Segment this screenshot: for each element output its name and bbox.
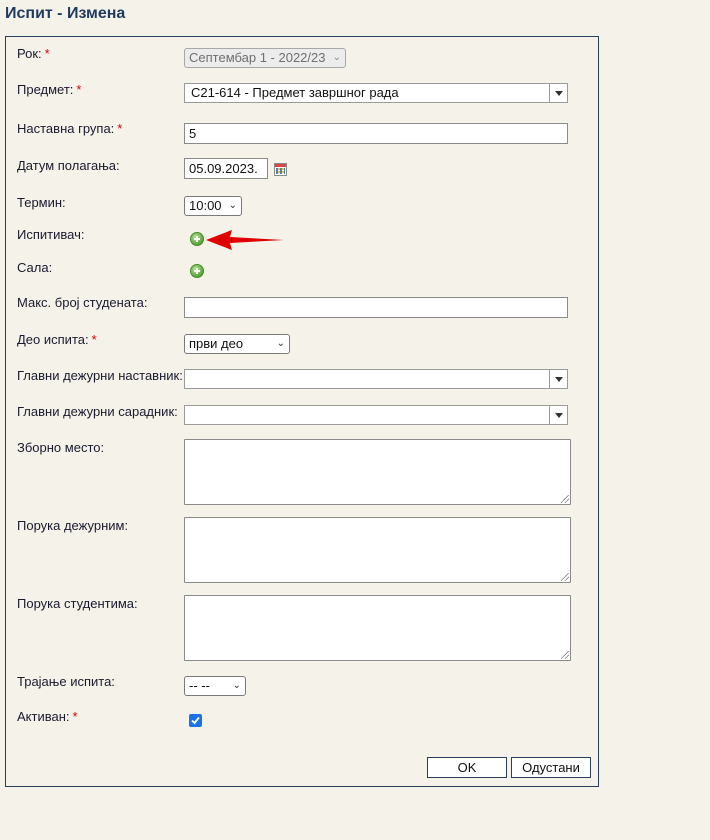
chevron-down-icon: ⌄ bbox=[332, 52, 341, 63]
sala-label: Сала: bbox=[17, 260, 53, 275]
glavni-saradnik-dropdown-button[interactable] bbox=[549, 405, 568, 425]
deo-ispita-label: Део испита: * bbox=[17, 332, 97, 347]
chevron-down-icon: ⌄ bbox=[232, 680, 241, 691]
required-mark: * bbox=[44, 46, 50, 61]
ok-button[interactable]: OK bbox=[427, 757, 507, 778]
checkmark-icon bbox=[191, 716, 200, 725]
poruka-dezurnim-textarea[interactable] bbox=[184, 517, 571, 583]
resize-grip-icon[interactable] bbox=[561, 573, 569, 581]
glavni-saradnik-label: Главни дежурни сарадник: bbox=[17, 404, 178, 419]
maks-broj-label: Макс. број студената: bbox=[17, 295, 148, 310]
page-title: Испит - Измена bbox=[5, 5, 126, 22]
trajanje-select[interactable]: -- -- ⌄ bbox=[184, 676, 246, 696]
poruka-dezurnim-label: Порука дежурним: bbox=[17, 518, 129, 533]
poruka-studentima-textarea[interactable] bbox=[184, 595, 571, 661]
nastavna-grupa-label: Наставна група: * bbox=[17, 121, 123, 136]
glavni-nastavnik-combobox[interactable] bbox=[184, 369, 568, 389]
calendar-icon[interactable] bbox=[274, 163, 287, 176]
ispitivac-label: Испитивач: bbox=[17, 227, 85, 242]
trajanje-label: Трајање испита: bbox=[17, 674, 115, 689]
datum-label: Датум полагања: bbox=[17, 158, 120, 173]
chevron-down-icon: ⌄ bbox=[228, 200, 237, 211]
aktivan-checkbox[interactable] bbox=[189, 714, 202, 727]
triangle-down-icon bbox=[554, 412, 563, 418]
triangle-down-icon bbox=[554, 90, 563, 96]
rok-select[interactable]: Септембар 1 - 2022/23 ⌄ bbox=[184, 48, 346, 68]
red-arrow-icon bbox=[206, 230, 284, 250]
predmet-label: Предмет: * bbox=[17, 82, 82, 97]
zborno-mesto-label: Зборно место: bbox=[17, 440, 105, 455]
rok-label: Рок: * bbox=[17, 46, 50, 61]
glavni-nastavnik-label: Главни дежурни наставник: bbox=[17, 368, 183, 383]
required-mark: * bbox=[91, 332, 97, 347]
glavni-nastavnik-dropdown-button[interactable] bbox=[549, 369, 568, 389]
add-room-plus-circle-icon[interactable] bbox=[190, 264, 204, 278]
required-mark: * bbox=[72, 709, 78, 724]
exam-edit-form: Рок: * Септембар 1 - 2022/23 ⌄ Предмет: * … bbox=[5, 36, 599, 787]
chevron-down-icon: ⌄ bbox=[276, 338, 285, 349]
zborno-mesto-textarea[interactable] bbox=[184, 439, 571, 505]
maks-broj-input[interactable] bbox=[184, 297, 568, 318]
deo-ispita-select[interactable]: први део ⌄ bbox=[184, 334, 290, 354]
required-mark: * bbox=[117, 121, 123, 136]
resize-grip-icon[interactable] bbox=[561, 651, 569, 659]
nastavna-grupa-input[interactable]: 5 bbox=[184, 123, 568, 144]
predmet-dropdown-button[interactable] bbox=[549, 83, 568, 103]
predmet-combobox[interactable]: С21-614 - Предмет завршног рада bbox=[184, 83, 568, 103]
datum-input[interactable]: 05.09.2023. bbox=[184, 158, 268, 179]
termin-select[interactable]: 10:00 ⌄ bbox=[184, 196, 242, 216]
triangle-down-icon bbox=[554, 376, 563, 382]
poruka-studentima-label: Порука студентима: bbox=[17, 596, 138, 611]
cancel-button[interactable]: Одустани bbox=[511, 757, 591, 778]
termin-label: Термин: bbox=[17, 195, 66, 210]
required-mark: * bbox=[76, 82, 82, 97]
aktivan-label: Активан: * bbox=[17, 709, 78, 724]
glavni-saradnik-combobox[interactable] bbox=[184, 405, 568, 425]
add-examiner-plus-circle-icon[interactable] bbox=[190, 232, 204, 246]
resize-grip-icon[interactable] bbox=[561, 495, 569, 503]
